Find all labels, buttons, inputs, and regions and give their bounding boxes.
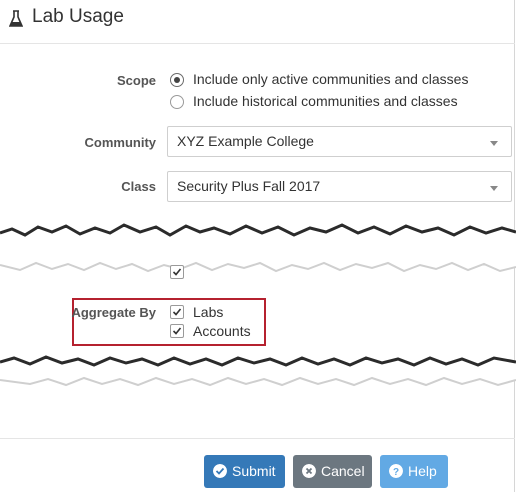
check-circle-icon (213, 464, 227, 478)
community-value: XYZ Example College (177, 133, 314, 149)
dialog-header: Lab Usage (0, 0, 515, 44)
scope-active-radio[interactable] (170, 73, 184, 87)
dialog-title: Lab Usage (32, 6, 124, 27)
submit-button[interactable]: Submit (204, 455, 285, 488)
partial-checkbox[interactable] (170, 265, 184, 279)
class-value: Security Plus Fall 2017 (177, 178, 321, 194)
scope-active-option[interactable]: Include only active communities and clas… (193, 71, 468, 87)
checkmark-icon (172, 308, 182, 316)
checkmark-icon (172, 327, 182, 335)
question-circle-icon: ? (389, 464, 403, 478)
close-circle-icon (302, 464, 316, 478)
flask-icon (9, 10, 23, 27)
class-label: Class (121, 179, 156, 194)
cancel-button[interactable]: Cancel (293, 455, 372, 488)
aggregate-accounts-checkbox[interactable] (170, 324, 184, 338)
chevron-down-icon (490, 186, 498, 191)
cancel-label: Cancel (321, 463, 365, 479)
scope-label: Scope (116, 73, 156, 88)
scope-historical-option[interactable]: Include historical communities and class… (193, 93, 458, 109)
svg-text:?: ? (393, 467, 399, 478)
aggregate-labs-checkbox[interactable] (170, 305, 184, 319)
submit-label: Submit (232, 463, 276, 479)
help-label: Help (408, 463, 437, 479)
lab-usage-dialog: Lab Usage Scope Include only active comm… (0, 0, 516, 492)
scope-historical-radio[interactable] (170, 95, 184, 109)
help-button[interactable]: ? Help (380, 455, 448, 488)
aggregate-label: Aggregate By (71, 305, 156, 320)
community-select[interactable]: XYZ Example College (167, 126, 512, 157)
footer-divider (0, 438, 515, 439)
aggregate-accounts-option[interactable]: Accounts (193, 323, 251, 339)
torn-edge-divider (0, 223, 516, 273)
torn-edge-divider (0, 355, 516, 387)
community-label: Community (84, 135, 157, 150)
chevron-down-icon (490, 141, 498, 146)
aggregate-labs-option[interactable]: Labs (193, 304, 223, 320)
class-select[interactable]: Security Plus Fall 2017 (167, 171, 512, 202)
